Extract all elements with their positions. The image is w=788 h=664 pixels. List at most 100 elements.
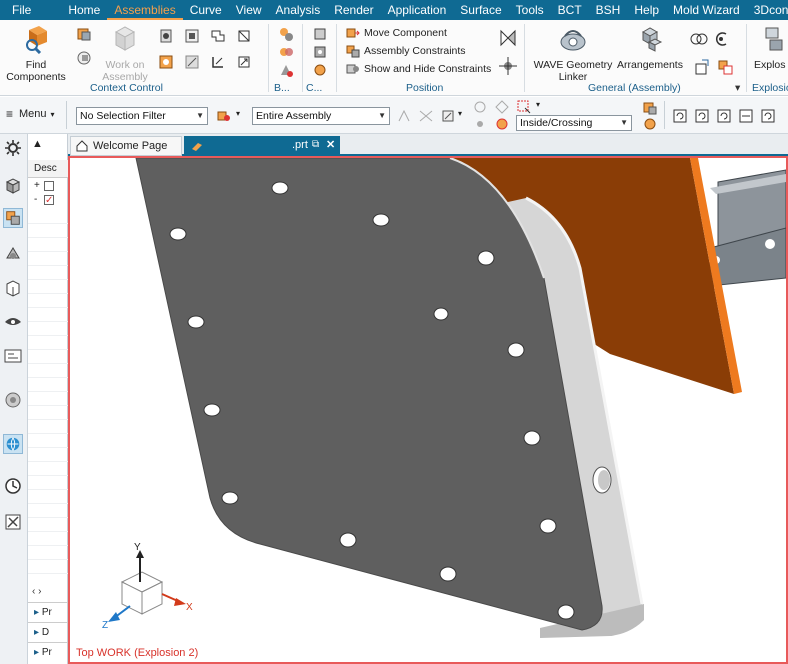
tree-row[interactable] — [28, 308, 68, 322]
close-tab-icon[interactable]: ✕ — [326, 136, 335, 154]
tree-row[interactable] — [28, 364, 68, 378]
tree-row[interactable] — [28, 378, 68, 392]
arrangements-button[interactable]: Arrangements — [614, 24, 686, 71]
tree-row[interactable] — [28, 266, 68, 280]
position-icon-2[interactable] — [498, 56, 518, 76]
snap-icon-5[interactable] — [494, 99, 510, 115]
part-navigator-icon[interactable] — [3, 176, 23, 196]
tab-welcome-page[interactable]: Welcome Page — [70, 136, 182, 156]
tree-row[interactable] — [28, 420, 68, 434]
c-group-icon-2[interactable] — [312, 44, 328, 60]
chevron-down-icon[interactable]: ▾ — [536, 100, 540, 109]
c-group-icon-1[interactable] — [312, 26, 328, 42]
context-icon-5[interactable] — [210, 28, 226, 44]
chevron-down-icon[interactable]: ▾ — [236, 109, 240, 118]
panel-section-1[interactable]: ▸ Pr — [28, 602, 68, 622]
selection-mode-dropdown[interactable]: Inside/Crossing ▼ — [516, 115, 632, 131]
view-icon-5[interactable] — [760, 108, 776, 124]
drawing-icon[interactable] — [3, 346, 23, 366]
assembly-constraints-button[interactable]: Assembly Constraints — [346, 44, 466, 58]
snap-icon-6[interactable] — [472, 116, 488, 132]
menu-assemblies[interactable]: Assemblies — [107, 0, 183, 20]
snap-icon-2[interactable] — [418, 108, 434, 124]
tree-row[interactable] — [28, 224, 68, 238]
move-component-button[interactable]: Move Component — [346, 26, 447, 40]
tree-row[interactable] — [28, 546, 68, 560]
menu-application[interactable]: Application — [381, 0, 454, 20]
chevron-down-icon[interactable]: ▾ — [458, 109, 462, 118]
view-icon-4[interactable] — [738, 108, 754, 124]
tree-row[interactable] — [28, 238, 68, 252]
history-icon[interactable] — [3, 476, 23, 496]
context-icon-7[interactable] — [236, 28, 252, 44]
tools-icon[interactable] — [3, 512, 23, 532]
tree-row[interactable] — [28, 504, 68, 518]
find-components-button[interactable]: Find Components — [4, 24, 68, 83]
general-icon-2[interactable] — [712, 30, 730, 48]
component-icon-1[interactable] — [642, 100, 658, 116]
menu-analysis[interactable]: Analysis — [269, 0, 328, 20]
graphics-window[interactable]: Y X Z Top WORK (Explosion 2) — [68, 156, 788, 664]
context-icon-8[interactable] — [236, 54, 252, 70]
group-general-dropdown[interactable]: ▾ — [735, 82, 740, 94]
show-hide-constraints-button[interactable]: Show and Hide Constraints — [346, 62, 491, 76]
selection-mode-icon[interactable] — [516, 99, 532, 115]
c-group-icon-3[interactable] — [312, 62, 328, 78]
general-icon-1[interactable] — [690, 30, 708, 48]
tree-row[interactable] — [28, 336, 68, 350]
context-icon-3[interactable] — [184, 28, 200, 44]
model-view[interactable]: Y X Z — [70, 158, 786, 662]
tree-row[interactable] — [28, 406, 68, 420]
menu-tools[interactable]: Tools — [509, 0, 551, 20]
tree-row[interactable] — [28, 322, 68, 336]
menu-mold-wizard[interactable]: Mold Wizard — [666, 0, 747, 20]
wave-geometry-linker-button[interactable]: WAVE Geometry Linker — [532, 24, 614, 83]
web-browser-icon[interactable] — [3, 434, 23, 454]
snap-icon-7[interactable] — [494, 116, 510, 132]
tree-row[interactable] — [28, 392, 68, 406]
tree-row[interactable] — [28, 434, 68, 448]
snap-icon-1[interactable] — [396, 108, 412, 124]
filter-options-icon[interactable] — [216, 108, 232, 124]
tree-row[interactable] — [28, 210, 68, 224]
menu-file[interactable]: File — [0, 0, 61, 20]
tree-row[interactable] — [28, 532, 68, 546]
gear-icon[interactable] — [3, 138, 23, 158]
tree-checkbox[interactable] — [44, 181, 54, 191]
general-icon-4[interactable] — [716, 58, 734, 76]
context-icon-6[interactable] — [210, 54, 226, 70]
tree-expand-icon[interactable]: + — [34, 180, 40, 191]
view-icon-2[interactable] — [694, 108, 710, 124]
tree-row[interactable] — [28, 280, 68, 294]
menu-curve[interactable]: Curve — [183, 0, 229, 20]
tab-part-file[interactable]: .prt ⧉ ✕ — [184, 136, 340, 156]
assembly-navigator-icon[interactable] — [3, 208, 23, 228]
tree-row[interactable] — [28, 518, 68, 532]
eye-icon[interactable] — [3, 312, 23, 332]
navigator-column-header[interactable]: Desc — [28, 160, 68, 178]
menu-help[interactable]: Help — [627, 0, 666, 20]
general-icon-3[interactable] — [694, 58, 712, 76]
tree-row[interactable] — [28, 294, 68, 308]
restore-window-icon[interactable]: ⧉ — [312, 136, 319, 154]
panel-section-2[interactable]: ▸ D — [28, 622, 68, 642]
tree-collapse-icon[interactable]: - — [34, 194, 37, 205]
component-icon-2[interactable] — [642, 116, 658, 132]
exploded-views-button[interactable]: Explos — [754, 24, 788, 71]
scope-dropdown[interactable]: Entire Assembly ▼ — [252, 107, 390, 125]
context-icon-4[interactable] — [184, 54, 200, 70]
scroll-arrows[interactable]: ‹ › — [32, 586, 41, 597]
b-group-icon-3[interactable] — [278, 62, 294, 78]
tree-row[interactable] — [28, 252, 68, 266]
b-group-icon-1[interactable] — [278, 26, 294, 42]
menu-surface[interactable]: Surface — [453, 0, 508, 20]
assembly-icon-1[interactable] — [76, 26, 92, 42]
work-on-assembly-button[interactable]: Work on Assembly — [100, 24, 150, 83]
rail-part[interactable] — [709, 169, 786, 287]
constraint-navigator-icon[interactable] — [3, 244, 23, 264]
snap-icon-3[interactable] — [440, 108, 456, 124]
tree-row[interactable] — [28, 560, 68, 574]
reuse-library-icon[interactable] — [3, 278, 23, 298]
menu-button[interactable]: ≡ Menu ▾ — [6, 107, 55, 121]
panel-section-3[interactable]: ▸ Pr — [28, 642, 68, 662]
